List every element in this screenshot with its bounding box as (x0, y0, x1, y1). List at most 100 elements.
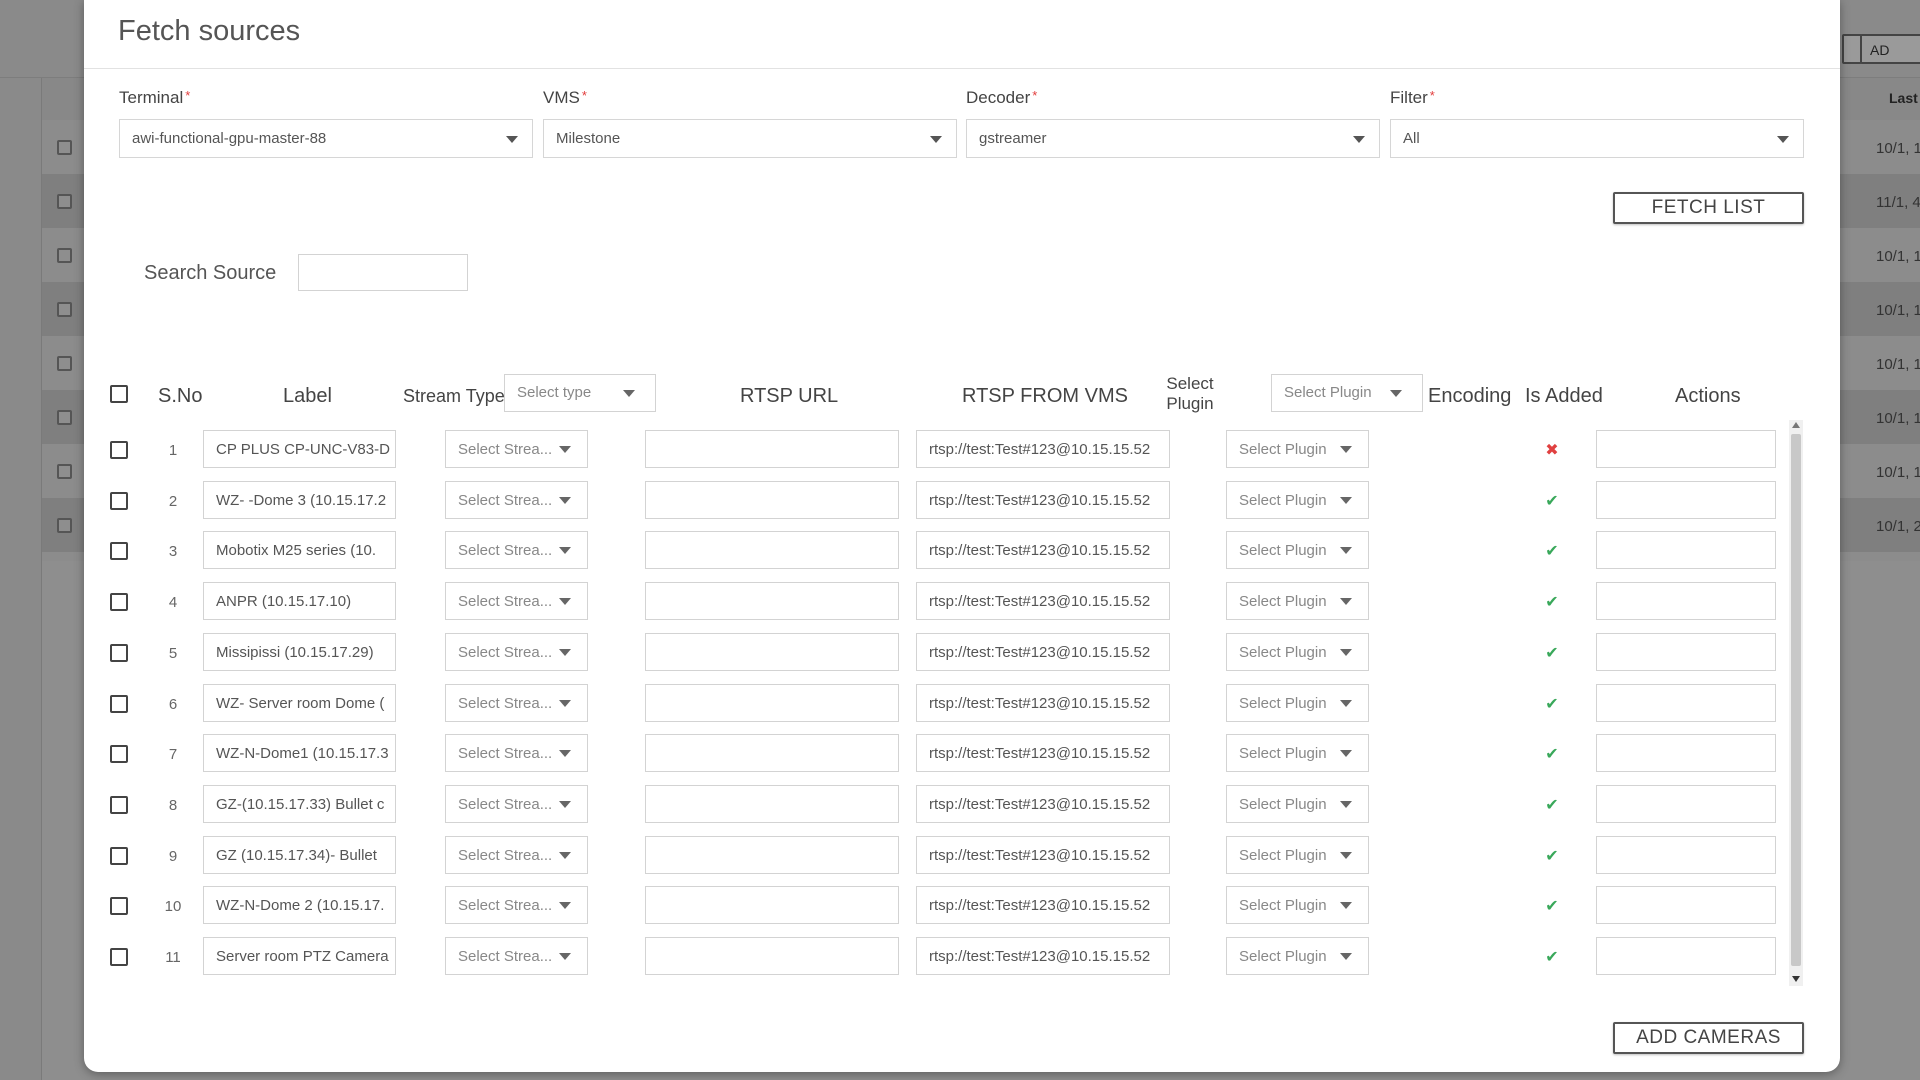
header-actions: Actions (1675, 385, 1741, 407)
row-stream-select[interactable]: Select Strea... (445, 582, 588, 621)
row-plugin-select[interactable]: Select Plugin (1226, 430, 1369, 468)
row-stream-value: Select Strea... (458, 542, 553, 560)
row-checkbox[interactable] (110, 441, 128, 459)
row-actions-input[interactable] (1596, 480, 1776, 519)
row-actions-input[interactable] (1596, 734, 1776, 773)
row-stream-select[interactable]: Select Strea... (445, 886, 588, 925)
row-rtsp-url-input[interactable] (645, 480, 899, 519)
row-stream-select[interactable]: Select Strea... (445, 531, 588, 570)
row-plugin-select[interactable]: Select Plugin (1226, 734, 1369, 773)
row-rtsp-vms-input[interactable]: rtsp://test:Test#123@10.15.15.52 (916, 430, 1170, 468)
row-label-input[interactable]: WZ-N-Dome1 (10.15.17.3 (203, 734, 396, 773)
fetch-list-button[interactable]: FETCH LIST (1613, 192, 1804, 224)
table-scrollbar[interactable] (1789, 420, 1803, 986)
row-label-input[interactable]: Server room PTZ Camera (203, 937, 396, 975)
header-rtsp-url: RTSP URL (740, 385, 839, 407)
stream-type-header-select[interactable]: Select type (504, 374, 656, 412)
row-rtsp-vms-input[interactable]: rtsp://test:Test#123@10.15.15.52 (916, 937, 1170, 975)
row-rtsp-url-input[interactable] (645, 430, 899, 468)
row-rtsp-vms-input[interactable]: rtsp://test:Test#123@10.15.15.52 (916, 835, 1170, 874)
row-actions-input[interactable] (1596, 430, 1776, 468)
row-label-input[interactable]: Mobotix M25 series (10. (203, 531, 396, 570)
row-plugin-select[interactable]: Select Plugin (1226, 582, 1369, 621)
chevron-down-icon (1340, 699, 1352, 707)
row-checkbox[interactable] (110, 846, 128, 865)
vms-select[interactable]: Milestone (543, 119, 957, 158)
row-plugin-select[interactable]: Select Plugin (1226, 480, 1369, 519)
row-plugin-select[interactable]: Select Plugin (1226, 937, 1369, 975)
row-actions-input[interactable] (1596, 683, 1776, 722)
row-rtsp-url-input[interactable] (645, 582, 899, 621)
row-stream-select[interactable]: Select Strea... (445, 632, 588, 671)
row-label-input[interactable]: WZ- Server room Dome ( (203, 683, 396, 722)
row-sno: 2 (168, 492, 178, 510)
row-rtsp-url-input[interactable] (645, 632, 899, 671)
row-label-input[interactable]: Missipissi (10.15.17.29) (203, 632, 396, 671)
scroll-down-arrow-icon[interactable] (1792, 976, 1800, 982)
row-actions-input[interactable] (1596, 784, 1776, 823)
row-stream-value: Select Strea... (458, 593, 553, 611)
row-plugin-select[interactable]: Select Plugin (1226, 632, 1369, 671)
row-checkbox[interactable] (110, 643, 128, 662)
row-label-input[interactable]: GZ (10.15.17.34)- Bullet (203, 835, 396, 874)
row-rtsp-url-input[interactable] (645, 937, 899, 975)
row-label-input[interactable]: WZ-N-Dome 2 (10.15.17. (203, 886, 396, 925)
filter-select[interactable]: All (1390, 119, 1804, 158)
add-cameras-button[interactable]: ADD CAMERAS (1613, 1022, 1804, 1054)
row-actions-input[interactable] (1596, 835, 1776, 874)
decoder-select[interactable]: gstreamer (966, 119, 1380, 158)
row-stream-value: Select Strea... (458, 491, 553, 509)
row-plugin-select[interactable]: Select Plugin (1226, 835, 1369, 874)
chevron-down-icon (1340, 648, 1352, 656)
row-stream-select[interactable]: Select Strea... (445, 835, 588, 874)
row-label-input[interactable]: ANPR (10.15.17.10) (203, 582, 396, 621)
search-source-input[interactable] (298, 254, 468, 291)
row-rtsp-vms-input[interactable]: rtsp://test:Test#123@10.15.15.52 (916, 734, 1170, 773)
row-rtsp-url-input[interactable] (645, 734, 899, 773)
row-rtsp-url-input[interactable] (645, 886, 899, 925)
row-actions-input[interactable] (1596, 937, 1776, 975)
row-rtsp-vms-input[interactable]: rtsp://test:Test#123@10.15.15.52 (916, 531, 1170, 570)
row-checkbox[interactable] (110, 593, 128, 612)
row-checkbox[interactable] (110, 897, 128, 916)
row-checkbox[interactable] (110, 948, 128, 966)
row-plugin-select[interactable]: Select Plugin (1226, 531, 1369, 570)
row-label-input[interactable]: WZ- -Dome 3 (10.15.17.2 (203, 480, 396, 519)
row-rtsp-url-input[interactable] (645, 531, 899, 570)
row-stream-select[interactable]: Select Strea... (445, 937, 588, 975)
scroll-thumb[interactable] (1791, 434, 1801, 966)
row-plugin-select[interactable]: Select Plugin (1226, 886, 1369, 925)
row-actions-input[interactable] (1596, 582, 1776, 621)
row-checkbox[interactable] (110, 491, 128, 510)
select-all-checkbox[interactable] (110, 385, 128, 403)
required-mark: * (1032, 88, 1038, 103)
row-rtsp-url-input[interactable] (645, 683, 899, 722)
row-rtsp-vms-input[interactable]: rtsp://test:Test#123@10.15.15.52 (916, 632, 1170, 671)
row-stream-select[interactable]: Select Strea... (445, 784, 588, 823)
row-rtsp-vms-input[interactable]: rtsp://test:Test#123@10.15.15.52 (916, 784, 1170, 823)
row-actions-input[interactable] (1596, 886, 1776, 925)
row-checkbox[interactable] (110, 795, 128, 814)
row-rtsp-url-input[interactable] (645, 835, 899, 874)
terminal-select[interactable]: awi-functional-gpu-master-88 (119, 119, 533, 158)
row-checkbox[interactable] (110, 694, 128, 713)
scroll-up-arrow-icon[interactable] (1792, 422, 1800, 428)
row-plugin-select[interactable]: Select Plugin (1226, 784, 1369, 823)
row-label-input[interactable]: GZ-(10.15.17.33) Bullet c (203, 784, 396, 823)
row-rtsp-vms-input[interactable]: rtsp://test:Test#123@10.15.15.52 (916, 683, 1170, 722)
row-plugin-select[interactable]: Select Plugin (1226, 683, 1369, 722)
row-label-input[interactable]: CP PLUS CP-UNC-V83-D (203, 430, 396, 468)
row-rtsp-vms-input[interactable]: rtsp://test:Test#123@10.15.15.52 (916, 480, 1170, 519)
row-checkbox[interactable] (110, 745, 128, 764)
row-stream-select[interactable]: Select Strea... (445, 683, 588, 722)
row-actions-input[interactable] (1596, 531, 1776, 570)
row-rtsp-vms-input[interactable]: rtsp://test:Test#123@10.15.15.52 (916, 886, 1170, 925)
row-actions-input[interactable] (1596, 632, 1776, 671)
row-stream-select[interactable]: Select Strea... (445, 480, 588, 519)
row-rtsp-vms-input[interactable]: rtsp://test:Test#123@10.15.15.52 (916, 582, 1170, 621)
row-stream-select[interactable]: Select Strea... (445, 734, 588, 773)
plugin-header-select[interactable]: Select Plugin (1271, 374, 1423, 412)
row-checkbox[interactable] (110, 542, 128, 561)
row-rtsp-url-input[interactable] (645, 784, 899, 823)
row-stream-select[interactable]: Select Strea... (445, 430, 588, 468)
